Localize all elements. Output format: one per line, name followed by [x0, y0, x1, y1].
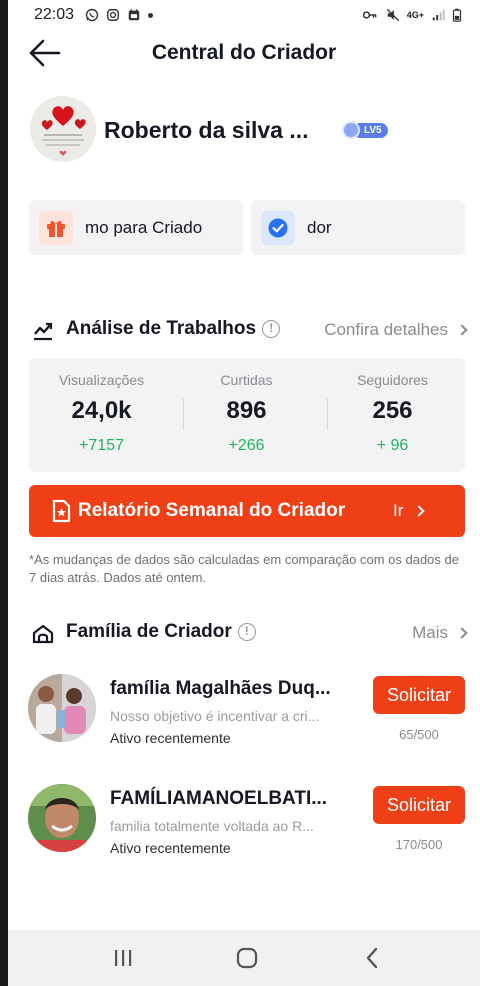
see-details-label: Confira detalhes — [324, 320, 448, 339]
profile-avatar[interactable] — [30, 96, 96, 162]
member-count: 65/500 — [399, 727, 439, 742]
more-label: Mais — [412, 623, 448, 642]
signal-icon — [432, 9, 445, 21]
family-photo — [28, 674, 96, 742]
family-list-item[interactable]: FAMÍLIAMANOELBATI... familia totalmente … — [8, 784, 480, 874]
status-left: 22:03 — [34, 6, 154, 24]
stat-likes: Curtidas 896 +266 — [174, 372, 319, 455]
profile-section: Roberto da silva ... LV5 — [8, 94, 480, 166]
go-label: Ir — [393, 501, 404, 520]
trend-chart-icon — [34, 322, 53, 341]
see-details-link[interactable]: Confira detalhes — [324, 320, 468, 340]
page-title: Central do Criador — [151, 41, 337, 64]
status-right: 4G+ — [361, 8, 462, 22]
analysis-title: Análise de Trabalhos! — [66, 318, 281, 340]
mute-icon — [386, 8, 399, 22]
family-photo — [28, 784, 96, 852]
family-status: Ativo recentemente — [110, 840, 231, 856]
chevron-right-icon — [456, 627, 468, 639]
back-nav-icon[interactable] — [360, 945, 386, 971]
stat-value: 24,0k — [71, 397, 132, 424]
stat-followers: Seguidores 256 + 96 — [320, 372, 465, 455]
more-notifications-dot — [148, 12, 154, 18]
home-icon[interactable] — [234, 945, 260, 971]
stat-delta: +266 — [228, 437, 265, 454]
weekly-report-button[interactable]: Relatório Semanal do Criador Ir — [29, 485, 465, 537]
chevron-right-icon — [456, 324, 468, 336]
analysis-header: Análise de Trabalhos! Confira detalhes — [8, 314, 480, 344]
family-description: Nosso objetivo é incentivar a cri... — [110, 708, 320, 724]
status-time: 22:03 — [34, 6, 75, 23]
shortcut-label: dor — [307, 217, 332, 237]
family-name: família Magalhães Duq... — [110, 678, 331, 699]
stats-card[interactable]: Visualizações 24,0k +7157 Curtidas 896 +… — [29, 358, 465, 472]
stat-label: Visualizações — [58, 372, 145, 388]
status-bar: 22:03 4G+ — [8, 0, 480, 30]
stat-label: Curtidas — [220, 372, 273, 388]
recent-apps-icon[interactable] — [110, 945, 136, 971]
stat-delta: + 96 — [376, 437, 409, 454]
gift-icon — [39, 210, 73, 245]
family-name: FAMÍLIAMANOELBATI... — [110, 788, 328, 809]
family-description: familia totalmente voltada ao R... — [110, 818, 314, 834]
weekly-report-label: Relatório Semanal do Criador — [78, 500, 346, 521]
verified-check-icon — [261, 210, 295, 245]
request-button[interactable]: Solicitar — [373, 786, 465, 824]
app-header: Central do Criador — [8, 30, 480, 76]
hearts-picture — [30, 96, 96, 162]
family-status: Ativo recentemente — [110, 730, 231, 746]
profile-name: Roberto da silva ... — [104, 117, 309, 143]
creator-rewards-shortcut[interactable]: mo para Criado — [29, 200, 243, 255]
data-disclaimer: *As mudanças de dados são calculadas em … — [29, 552, 459, 585]
system-navigation-bar — [8, 930, 480, 986]
request-button[interactable]: Solicitar — [373, 676, 465, 714]
chevron-right-icon — [413, 505, 426, 517]
vpn-key-icon — [362, 11, 377, 19]
analysis-title-text: Análise de Trabalhos — [66, 318, 257, 339]
gem-icon — [342, 121, 360, 139]
go-link: Ir — [393, 501, 426, 521]
battery-icon — [452, 8, 462, 22]
stat-value: 896 — [226, 397, 267, 424]
family-header: Família de Criador! Mais — [8, 617, 480, 647]
whatsapp-icon — [85, 8, 99, 22]
shortcut-label: mo para Criado — [85, 217, 203, 237]
level-badge: LV5 — [342, 120, 388, 140]
family-avatar — [28, 674, 96, 742]
family-avatar — [28, 784, 96, 852]
calendar-icon — [128, 9, 140, 21]
report-document-icon — [52, 499, 71, 523]
stat-views: Visualizações 24,0k +7157 — [29, 372, 174, 455]
stat-label: Seguidores — [357, 372, 428, 388]
stat-delta: +7157 — [79, 437, 124, 454]
instagram-icon — [107, 9, 119, 21]
stat-value: 256 — [372, 397, 413, 424]
family-title-text: Família de Criador — [66, 621, 232, 642]
info-icon[interactable]: ! — [237, 623, 256, 641]
more-link[interactable]: Mais — [412, 623, 468, 643]
family-title: Família de Criador! — [66, 621, 256, 643]
info-icon[interactable]: ! — [262, 320, 281, 338]
family-list-item[interactable]: família Magalhães Duq... Nosso objetivo … — [8, 674, 480, 764]
app-screen: 22:03 4G+ Central do Criador Roberto da … — [8, 0, 480, 986]
member-count: 170/500 — [395, 837, 443, 852]
verified-creator-shortcut[interactable]: dor — [251, 200, 465, 255]
network-type: 4G+ — [406, 9, 424, 20]
family-house-icon — [32, 624, 54, 644]
